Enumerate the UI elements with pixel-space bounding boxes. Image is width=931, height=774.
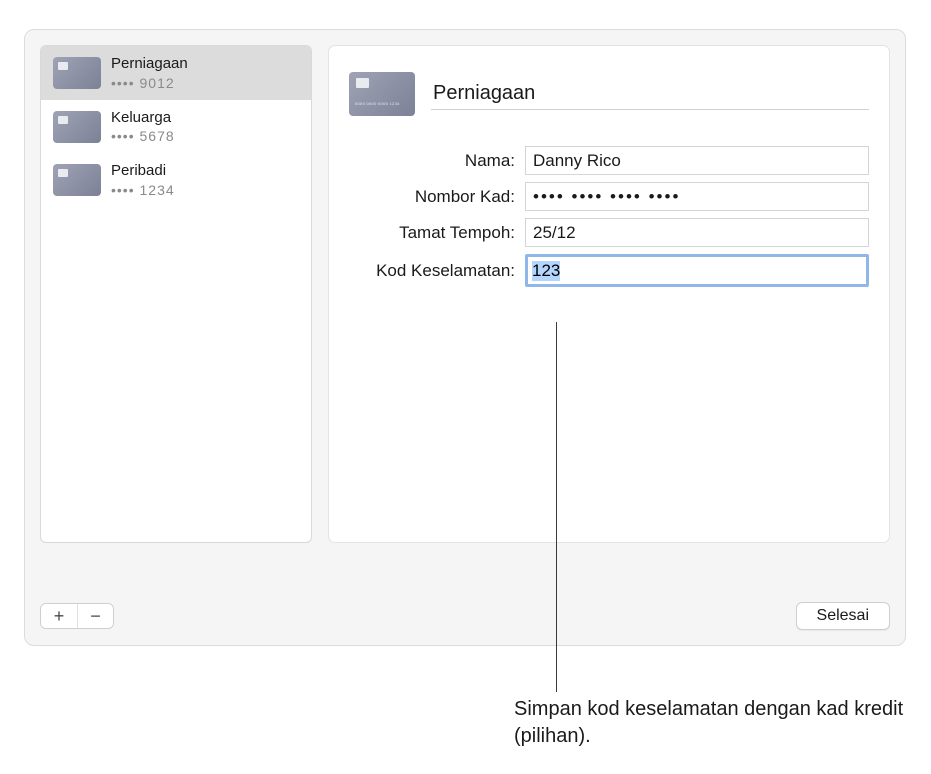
row-name: Nama: bbox=[349, 146, 869, 175]
sidebar-item-peribadi[interactable]: Peribadi •••• 1234 bbox=[41, 153, 311, 207]
credit-card-icon bbox=[53, 164, 101, 196]
credit-card-icon bbox=[349, 72, 415, 116]
autofill-cards-window: Perniagaan •••• 9012 Keluarga •••• 5678 … bbox=[24, 29, 906, 646]
card-detail-panel: Nama: Nombor Kad: Tamat Tempoh: Kod Kese… bbox=[328, 45, 890, 543]
sidebar-item-text: Perniagaan •••• 9012 bbox=[111, 54, 188, 92]
credit-card-icon bbox=[53, 111, 101, 143]
label-name: Nama: bbox=[349, 151, 525, 171]
sidebar-item-lastfour: •••• 9012 bbox=[111, 74, 188, 92]
input-name[interactable] bbox=[525, 146, 869, 175]
done-button[interactable]: Selesai bbox=[796, 602, 890, 630]
security-code-value: 123 bbox=[532, 261, 560, 281]
sidebar-item-title: Keluarga bbox=[111, 108, 175, 128]
sidebar-item-title: Perniagaan bbox=[111, 54, 188, 74]
sidebar-item-title: Peribadi bbox=[111, 161, 175, 181]
label-security-code: Kod Keselamatan: bbox=[349, 261, 525, 281]
callout-leader bbox=[556, 322, 557, 692]
row-security-code: Kod Keselamatan: 123 bbox=[349, 254, 869, 287]
sidebar-item-text: Peribadi •••• 1234 bbox=[111, 161, 175, 199]
card-title-input[interactable] bbox=[431, 78, 869, 110]
row-card-number: Nombor Kad: bbox=[349, 182, 869, 211]
sidebar-item-perniagaan[interactable]: Perniagaan •••• 9012 bbox=[41, 46, 311, 100]
sidebar-item-text: Keluarga •••• 5678 bbox=[111, 108, 175, 146]
sidebar-item-lastfour: •••• 1234 bbox=[111, 181, 175, 199]
input-expiry[interactable] bbox=[525, 218, 869, 247]
detail-header bbox=[349, 72, 869, 116]
callout-text: Simpan kod keselamatan dengan kad kredit… bbox=[514, 696, 914, 750]
input-security-code[interactable]: 123 bbox=[525, 254, 869, 287]
card-list: Perniagaan •••• 9012 Keluarga •••• 5678 … bbox=[40, 45, 312, 543]
row-expiry: Tamat Tempoh: bbox=[349, 218, 869, 247]
add-remove-group: + − bbox=[40, 603, 114, 629]
form-rows: Nama: Nombor Kad: Tamat Tempoh: Kod Kese… bbox=[349, 146, 869, 294]
sidebar-item-lastfour: •••• 5678 bbox=[111, 127, 175, 145]
label-card-number: Nombor Kad: bbox=[349, 187, 525, 207]
main-area: Perniagaan •••• 9012 Keluarga •••• 5678 … bbox=[40, 45, 890, 590]
sidebar-item-keluarga[interactable]: Keluarga •••• 5678 bbox=[41, 100, 311, 154]
remove-button[interactable]: − bbox=[77, 604, 113, 628]
bottom-bar: + − Selesai bbox=[40, 602, 890, 630]
add-button[interactable]: + bbox=[41, 604, 77, 628]
credit-card-icon bbox=[53, 57, 101, 89]
input-card-number[interactable] bbox=[525, 182, 869, 211]
label-expiry: Tamat Tempoh: bbox=[349, 223, 525, 243]
